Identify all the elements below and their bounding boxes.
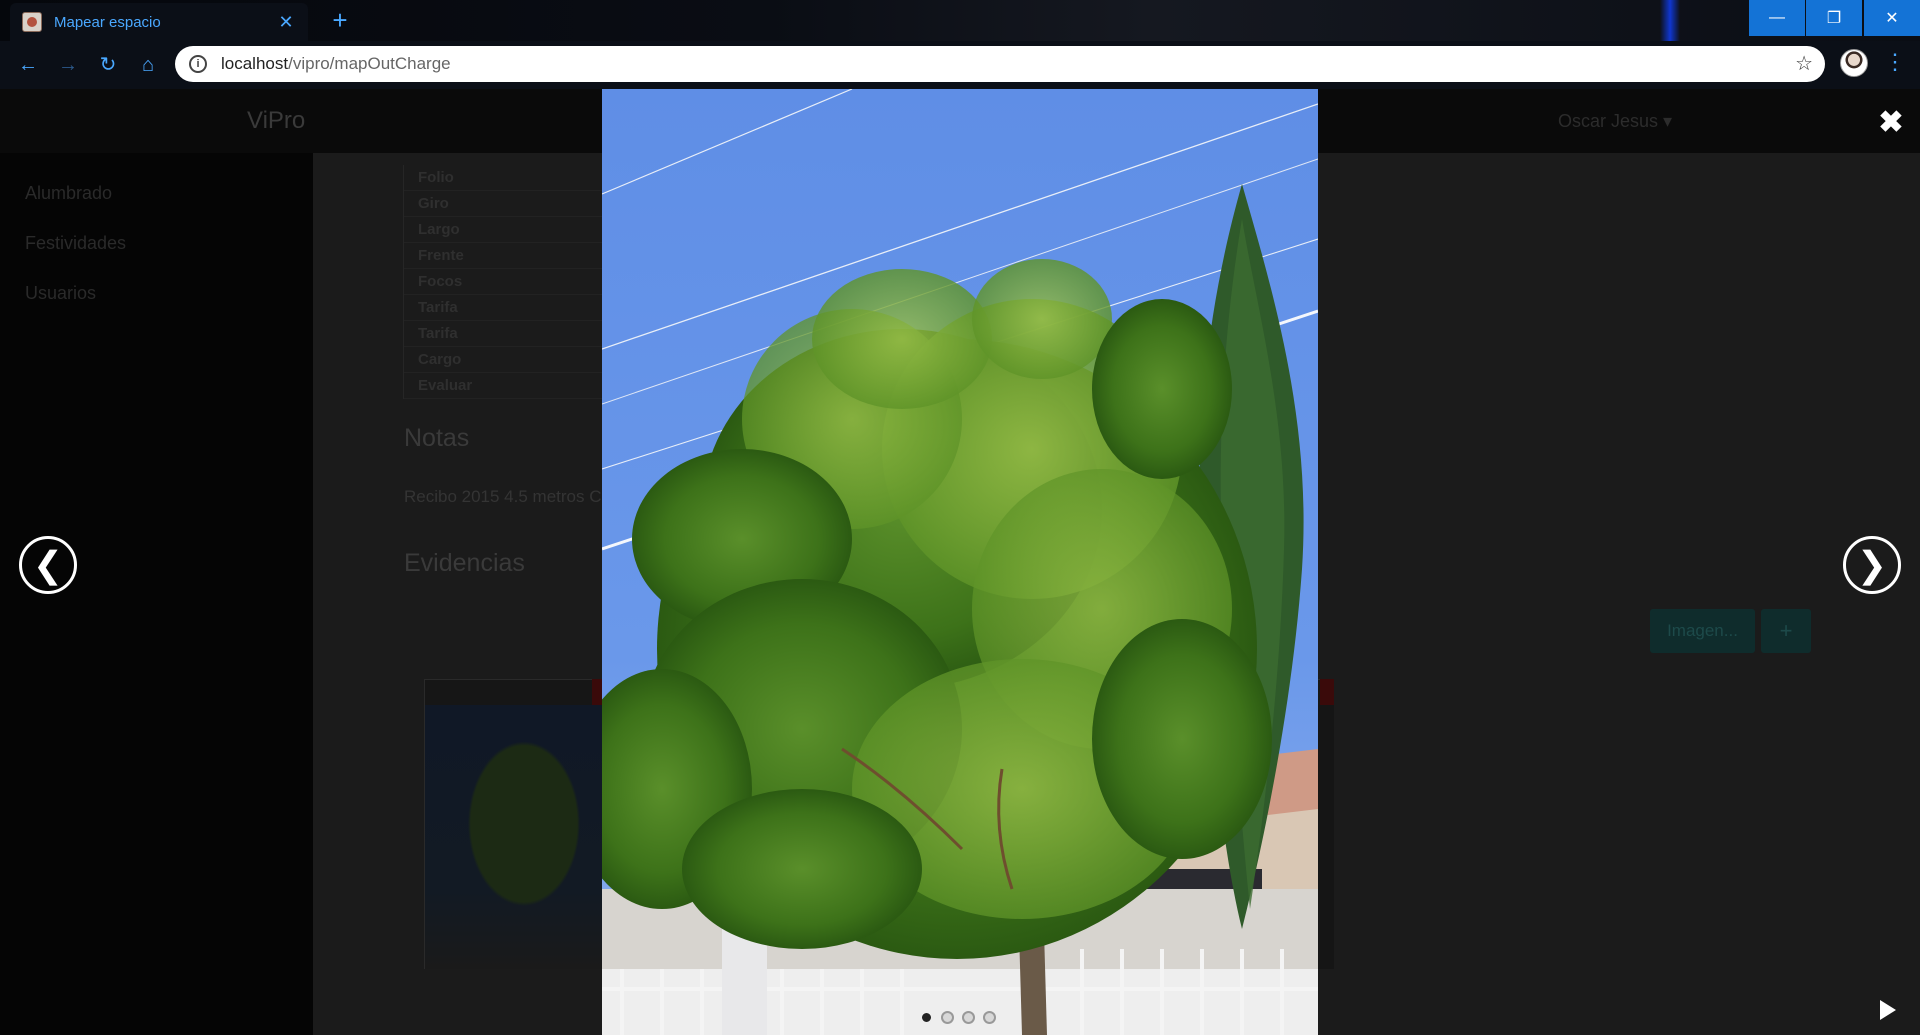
slide-indicators — [920, 1011, 996, 1024]
home-icon[interactable]: ⌂ — [134, 51, 162, 79]
browser-tab-bar: Mapear espacio ✕ + — ❐ ✕ — [0, 0, 1920, 41]
window-close-button[interactable]: ✕ — [1864, 0, 1920, 36]
image-upload-button: Imagen... — [1650, 609, 1755, 653]
address-bar[interactable]: i localhost /vipro/mapOutCharge ☆ — [175, 46, 1825, 82]
field-list: Folio Giro Largo Frente Focos Tarifa Tar… — [403, 165, 603, 399]
arrow-right-icon[interactable]: → — [54, 51, 82, 79]
lightbox-close-icon[interactable]: ✖ — [1876, 108, 1906, 138]
slide-indicator-dot[interactable] — [920, 1011, 933, 1024]
user-menu: Oscar Jesus ▾ — [1558, 111, 1673, 131]
plus-icon[interactable]: + — [325, 6, 355, 36]
reload-icon[interactable]: ↻ — [94, 51, 122, 79]
url-path: /vipro/mapOutCharge — [288, 54, 451, 73]
tab-title: Mapear espacio — [54, 13, 161, 31]
browser-toolbar: ← → ↻ ⌂ i localhost /vipro/mapOutCharge … — [0, 41, 1920, 89]
field-label: Giro — [404, 191, 603, 217]
profile-avatar[interactable] — [1840, 49, 1868, 77]
sidebar-item-alumbrado: Alumbrado — [25, 183, 113, 203]
delete-tag — [1320, 679, 1334, 705]
evidence-thumbnail — [425, 705, 605, 969]
star-icon[interactable]: ☆ — [1795, 51, 1813, 76]
tree-photo — [602, 89, 1318, 1035]
close-icon[interactable]: ✕ — [276, 12, 296, 33]
slide-indicator-dot[interactable] — [941, 1011, 954, 1024]
minimize-button[interactable]: — — [1749, 0, 1805, 36]
url-host: localhost — [221, 54, 289, 73]
previous-arrow-icon[interactable]: ❮ — [19, 536, 77, 594]
slide-indicator-dot[interactable] — [962, 1011, 975, 1024]
background-decoration — [1660, 0, 1680, 41]
field-label: Largo — [404, 217, 603, 243]
field-label: Evaluar — [404, 373, 603, 399]
notas-text: Recibo 2015 4.5 metros C — [404, 487, 602, 506]
lightbox-image — [602, 89, 1318, 1035]
notas-heading: Notas — [404, 424, 470, 452]
sidebar: Alumbrado Festividades Usuarios — [0, 153, 313, 1035]
favicon-icon — [22, 12, 42, 32]
brand-logo: ViPro — [247, 107, 306, 134]
add-button: + — [1761, 609, 1811, 653]
field-label: Tarifa — [404, 321, 603, 347]
arrow-left-icon[interactable]: ← — [14, 51, 42, 79]
browser-tab[interactable]: Mapear espacio ✕ — [10, 3, 308, 41]
slide-indicator-dot[interactable] — [983, 1011, 996, 1024]
field-label: Cargo — [404, 347, 603, 373]
field-label: Folio — [404, 165, 603, 191]
kebab-menu-icon[interactable]: ⋮ — [1884, 49, 1906, 75]
play-slideshow-icon[interactable] — [1880, 1000, 1896, 1020]
info-icon[interactable]: i — [189, 55, 207, 73]
maximize-button[interactable]: ❐ — [1806, 0, 1862, 36]
field-label: Frente — [404, 243, 603, 269]
field-label: Focos — [404, 269, 603, 295]
sidebar-item-usuarios: Usuarios — [25, 283, 97, 303]
next-arrow-icon[interactable]: ❯ — [1843, 536, 1901, 594]
evidencias-heading: Evidencias — [404, 549, 525, 577]
field-label: Tarifa — [404, 295, 603, 321]
sidebar-item-festividades: Festividades — [25, 233, 127, 253]
